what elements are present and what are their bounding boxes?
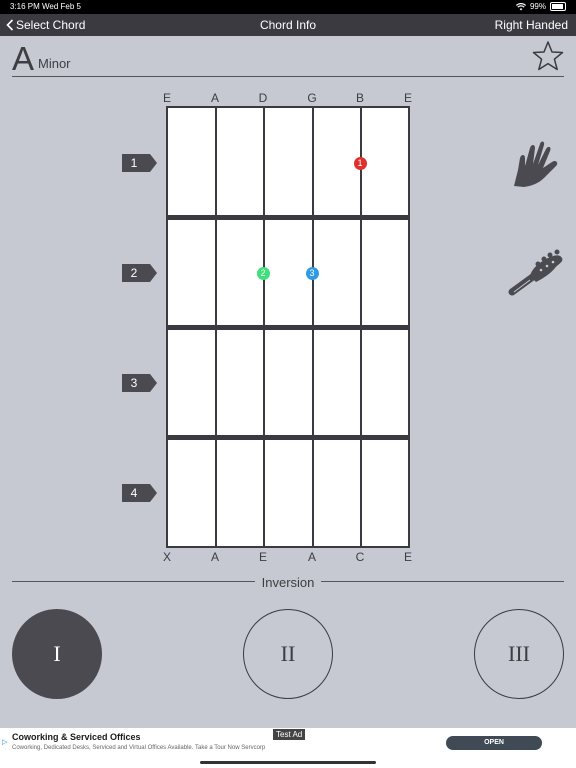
guitar-headstock-icon[interactable] xyxy=(508,248,566,298)
ad-title[interactable]: Coworking & Serviced Offices xyxy=(12,732,141,742)
chord-quality: Minor xyxy=(38,56,71,71)
string-label-top: D xyxy=(258,91,268,105)
string-label-bottom: X xyxy=(162,550,171,564)
home-indicator xyxy=(200,761,376,764)
handedness-button[interactable]: Right Handed xyxy=(495,18,568,32)
fret-marker: 4 xyxy=(122,484,158,502)
hand-icon[interactable] xyxy=(508,136,566,192)
page-title: Chord Info xyxy=(259,18,317,32)
chord-root: A xyxy=(12,40,35,77)
fret-number: 3 xyxy=(130,376,138,390)
status-time: 3:16 PM xyxy=(10,2,40,11)
chord-header: A Minor xyxy=(12,40,564,77)
fret-marker: 2 xyxy=(122,264,158,282)
status-date: Wed Feb 5 xyxy=(42,2,81,11)
fret-line xyxy=(168,215,408,220)
ad-open-button[interactable]: OPEN xyxy=(446,736,542,750)
finger-dot: 3 xyxy=(305,266,319,280)
string-label-top: E xyxy=(403,91,412,105)
favorite-star-icon[interactable] xyxy=(532,40,564,72)
inversion-label: Inversion xyxy=(261,575,315,590)
string-label-bottom: A xyxy=(307,550,316,564)
fret-number: 2 xyxy=(130,266,138,280)
string-label-bottom: A xyxy=(210,550,219,564)
finger-dot: 1 xyxy=(353,156,367,170)
status-bar: 3:16 PM Wed Feb 5 99% xyxy=(0,0,576,14)
fretboard xyxy=(166,106,410,548)
string-label-top: G xyxy=(307,91,317,105)
inversion-button-1[interactable]: I xyxy=(12,609,102,699)
string-label-top: A xyxy=(210,91,219,105)
string-label-top: B xyxy=(355,91,364,105)
test-ad-badge: Test Ad xyxy=(273,729,306,740)
inversion-button-2[interactable]: II xyxy=(243,609,333,699)
finger-dot: 2 xyxy=(256,266,270,280)
wifi-icon xyxy=(515,2,526,10)
status-right: 99% xyxy=(515,2,566,11)
adchoices-icon[interactable]: ▷ xyxy=(2,738,7,746)
fret-marker: 3 xyxy=(122,374,158,392)
string-label-top: E xyxy=(162,91,171,105)
battery-icon xyxy=(550,2,566,11)
fret-line xyxy=(168,325,408,330)
battery-percent: 99% xyxy=(529,2,546,11)
nav-bar: Select Chord Chord Info Right Handed xyxy=(0,14,576,36)
fret-number: 4 xyxy=(130,486,138,500)
fret-number: 1 xyxy=(130,156,138,170)
string-label-bottom: C xyxy=(355,550,365,564)
inversion-button-3[interactable]: III xyxy=(474,609,564,699)
fret-line xyxy=(168,435,408,440)
fret-marker: 1 xyxy=(122,154,158,172)
string-label-bottom: E xyxy=(258,550,267,564)
string-label-bottom: E xyxy=(403,550,412,564)
ad-description: Coworking, Dedicated Desks, Serviced and… xyxy=(12,745,266,751)
